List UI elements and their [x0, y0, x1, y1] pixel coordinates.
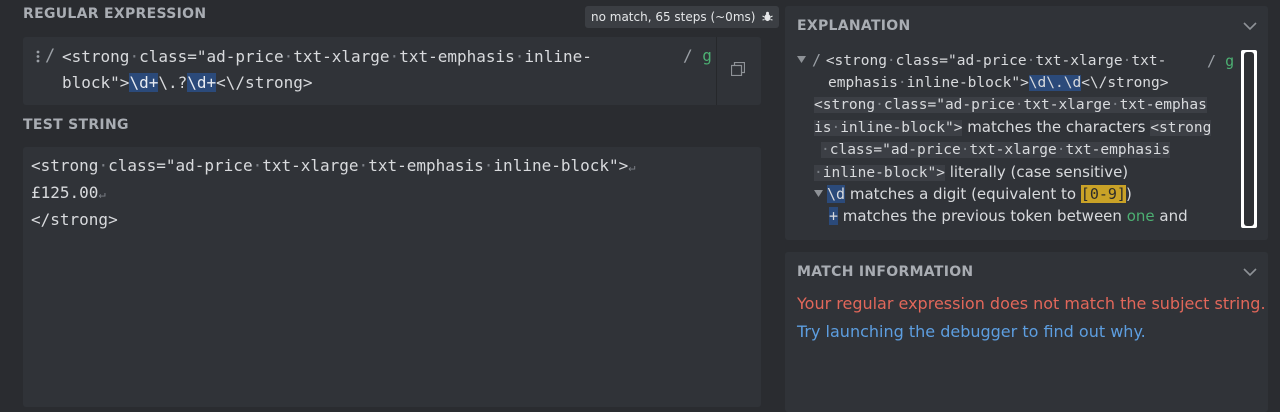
explanation-flags: / g	[1207, 52, 1234, 70]
test-line-1: <strong·class="ad-price·txt-xlarge·txt-e…	[31, 156, 629, 175]
explanation-delim: /	[812, 51, 822, 69]
explanation-digit-text: matches a digit (equivalent to	[845, 185, 1081, 203]
regex-line2-prefix: block">	[62, 73, 130, 92]
match-error-message: Your regular expression does not match t…	[797, 294, 1266, 313]
explanation-regex-line2: emphasis·inline-block">	[828, 74, 1029, 91]
chevron-down-icon[interactable]	[1243, 268, 1257, 277]
explanation-flags-delim: /	[1207, 52, 1217, 70]
test-string-title: TEST STRING	[23, 117, 129, 133]
explanation-regex-line2-end: <\/strong>	[1081, 74, 1169, 91]
regex-flags[interactable]: / g	[683, 46, 712, 65]
explanation-literal-code-2: is·inline-block">	[814, 119, 963, 136]
explanation-literal-text: matches the characters	[962, 117, 1151, 136]
debugger-link[interactable]: Try launching the debugger to find out w…	[797, 322, 1146, 341]
explanation-quantifier-one: one	[1126, 206, 1155, 225]
regex-section-title: REGULAR EXPRESSION	[23, 6, 207, 22]
regex-status-text: no match, 65 steps (~0ms)	[591, 10, 756, 24]
explanation-digit-token: \d	[827, 185, 846, 203]
explanation-quantifier-text: matches the previous token between	[838, 206, 1127, 225]
explanation-literal-case: literally (case sensitive)	[944, 162, 1129, 181]
drag-handle-icon[interactable]	[36, 50, 40, 64]
explanation-regex-line1: <strong·class="ad-price·txt-xlarge·txt-	[825, 53, 1167, 69]
newline-marker: ↵	[98, 187, 106, 201]
explanation-digit-end: )	[1125, 185, 1132, 203]
match-info-title: MATCH INFORMATION	[797, 264, 974, 280]
explanation-flags-g: g	[1225, 52, 1235, 70]
regex-flag-global: g	[702, 46, 712, 65]
explanation-literal-code-3: <strong	[1150, 119, 1212, 136]
test-line-2: £125.00	[31, 183, 99, 202]
tree-collapse-icon[interactable]	[814, 190, 823, 197]
chevron-down-icon[interactable]	[1243, 22, 1257, 31]
test-string-input[interactable]: <strong·class="ad-price·txt-xlarge·txt-e…	[31, 153, 636, 233]
explanation-literal-code-5: ·inline-block">	[814, 164, 945, 181]
regex-token-digits-1: \d+	[129, 73, 159, 92]
regex-delimiter-close: /	[683, 46, 693, 65]
test-line-3: </strong>	[31, 210, 118, 229]
copy-icon[interactable]	[731, 62, 745, 76]
bug-icon	[762, 11, 774, 22]
regex-line2-suffix: <\/strong>	[216, 73, 313, 92]
regex-input[interactable]: <strong·class="ad-price·txt-xlarge·txt-e…	[62, 44, 662, 96]
regex-status-badge[interactable]: no match, 65 steps (~0ms)	[585, 6, 780, 28]
explanation-title: EXPLANATION	[797, 18, 911, 34]
tree-collapse-icon[interactable]	[797, 56, 806, 63]
explanation-literal-code-4: ·class="ad-price·txt-xlarge·txt-emphasis	[821, 142, 1171, 158]
regex-token-digits-2: \d+	[187, 73, 217, 92]
explanation-scrollbar-thumb[interactable]	[1244, 52, 1254, 226]
copy-divider	[716, 37, 717, 105]
newline-marker: ↵	[628, 160, 636, 174]
regex-delimiter-open: /	[45, 46, 56, 66]
regex-token-dot: \.?	[158, 73, 188, 92]
explanation-quantifier-token: +	[829, 206, 839, 225]
regex-line1: <strong·class="ad-price·txt-xlarge·txt-e…	[62, 47, 592, 66]
explanation-regex-token: \d\.\d	[1028, 74, 1082, 91]
explanation-digit-class: [0-9]	[1080, 185, 1126, 203]
explanation-quantifier-and: and	[1154, 206, 1188, 225]
explanation-tree: / <strong·class="ad-price·txt-xlarge·txt…	[797, 50, 1237, 230]
explanation-literal-code: <strong·class="ad-price·txt-xlarge·txt-e…	[814, 97, 1207, 113]
